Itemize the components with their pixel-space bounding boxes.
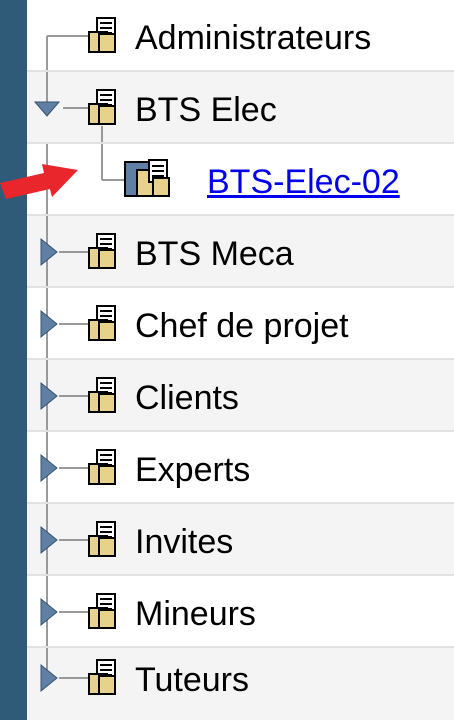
- group-icon: [88, 233, 116, 269]
- collapsed-triangle-icon[interactable]: [40, 597, 59, 627]
- tree-item-label: Chef de projet: [135, 307, 349, 345]
- tree-item-bts-elec[interactable]: BTS Elec: [27, 72, 454, 144]
- tree-item-clients[interactable]: Clients: [27, 360, 454, 432]
- tree-item-label: Experts: [135, 451, 251, 489]
- tree-item-bts-elec-02[interactable]: BTS-Elec-02: [27, 144, 454, 216]
- tree-item-administrateurs[interactable]: Administrateurs: [27, 0, 454, 72]
- group-icon: [88, 449, 116, 485]
- tree-item-tuteurs[interactable]: Tuteurs: [27, 648, 454, 720]
- annotation-arrow-icon: [0, 164, 78, 199]
- collapsed-triangle-icon[interactable]: [40, 309, 59, 339]
- tree-item-experts[interactable]: Experts: [27, 432, 454, 504]
- tree-item-label: Tuteurs: [135, 661, 250, 699]
- group-icon: [88, 377, 116, 413]
- tree-item-link[interactable]: BTS-Elec-02: [207, 165, 400, 199]
- collapsed-triangle-icon[interactable]: [40, 381, 59, 411]
- tree-item-label: BTS Meca: [135, 235, 294, 273]
- collapsed-triangle-icon[interactable]: [40, 453, 59, 483]
- group-icon: [88, 89, 116, 125]
- group-icon: [88, 593, 116, 629]
- tree-item-label: Administrateurs: [135, 19, 372, 57]
- tree-item-invites[interactable]: Invites: [27, 504, 454, 576]
- tree-item-label: Mineurs: [135, 595, 256, 633]
- group-icon: [88, 17, 116, 53]
- tree-item-label: Invites: [135, 523, 234, 561]
- tree-item-bts-meca[interactable]: BTS Meca: [27, 216, 454, 288]
- group-icon: [88, 305, 116, 341]
- tree-item-label: BTS Elec: [135, 91, 277, 129]
- tree-item-chef-de-projet[interactable]: Chef de projet: [27, 288, 454, 360]
- group-icon: [88, 521, 116, 557]
- group-tree: Administrateurs BTS Elec BTS-Elec-02 BTS…: [27, 0, 454, 720]
- tree-item-label: Clients: [135, 379, 239, 417]
- collapsed-triangle-icon[interactable]: [40, 663, 59, 693]
- collapsed-triangle-icon[interactable]: [40, 237, 59, 267]
- selected-group-icon: [124, 159, 170, 197]
- collapsed-triangle-icon[interactable]: [40, 525, 59, 555]
- group-icon: [88, 659, 116, 695]
- tree-item-mineurs[interactable]: Mineurs: [27, 576, 454, 648]
